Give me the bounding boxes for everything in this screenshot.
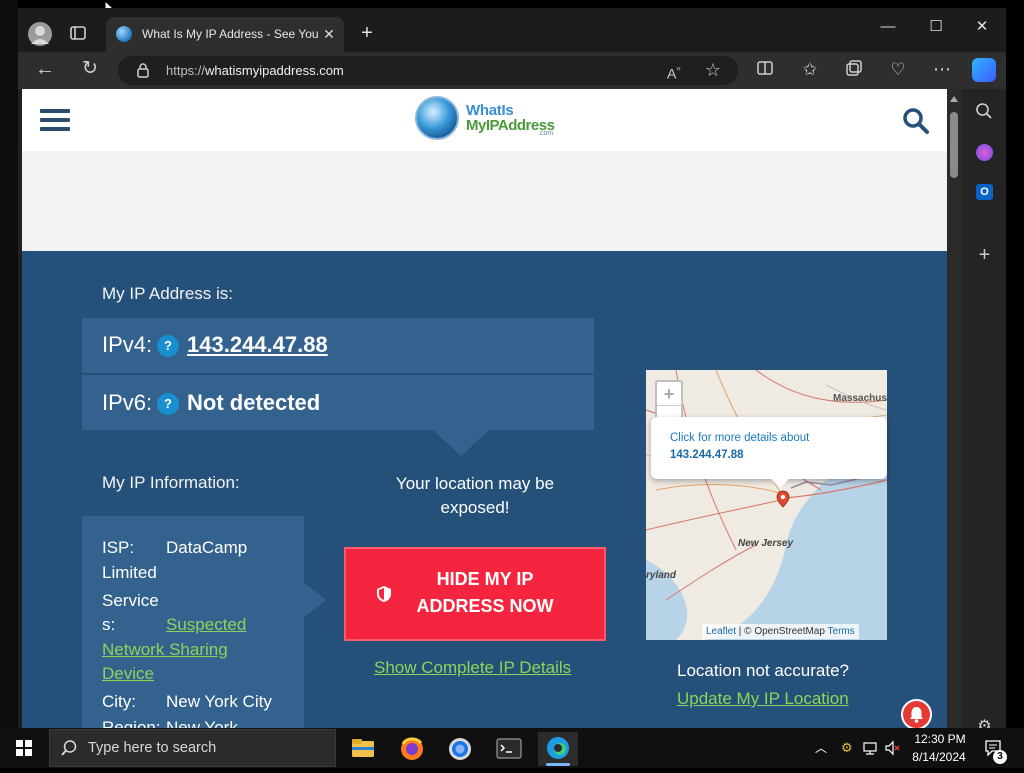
chrome-icon[interactable] bbox=[440, 732, 480, 766]
map-popup-tip bbox=[770, 478, 790, 488]
clock-date[interactable]: 8/14/2024 bbox=[906, 749, 972, 765]
refresh-icon[interactable]: ↻ bbox=[79, 58, 101, 80]
city-label: City: bbox=[102, 692, 136, 711]
url-text[interactable]: https://whatismyipaddress.com bbox=[166, 62, 344, 80]
split-screen-icon[interactable] bbox=[754, 59, 776, 81]
exposure-warning-line: exposed! bbox=[440, 498, 510, 517]
logo-text: .com bbox=[538, 130, 554, 137]
more-menu-icon[interactable]: ⋯ bbox=[931, 58, 953, 80]
hide-my-ip-label-line[interactable]: ADDRESS NOW bbox=[404, 593, 566, 620]
firefox-icon[interactable] bbox=[392, 732, 432, 766]
tab-close-icon[interactable]: ✕ bbox=[320, 24, 338, 44]
search-icon[interactable] bbox=[902, 107, 930, 135]
map-attribution: Leaflet | © OpenStreetMap Terms bbox=[702, 624, 859, 639]
services-link[interactable]: Device bbox=[102, 662, 154, 686]
sidebar-search-icon[interactable] bbox=[975, 102, 993, 120]
collections-icon[interactable] bbox=[843, 59, 865, 81]
site-logo-globe-icon[interactable] bbox=[415, 96, 459, 140]
services-label: s: bbox=[102, 615, 116, 634]
ip-heading: My IP Address is: bbox=[102, 284, 234, 303]
help-badge-ipv4[interactable]: ? bbox=[157, 335, 179, 357]
minimize-button[interactable]: — bbox=[868, 14, 908, 40]
help-badge-ipv6[interactable]: ? bbox=[157, 393, 179, 415]
map-popup-text[interactable]: Click for more details about bbox=[670, 432, 809, 444]
hide-my-ip-label-line[interactable]: HIDE MY IP bbox=[404, 566, 566, 593]
add-sidebar-app-icon[interactable]: + bbox=[976, 244, 993, 266]
location-not-accurate-text: Location not accurate? bbox=[677, 661, 850, 680]
shield-icon bbox=[377, 586, 391, 602]
tray-overflow-chevron-icon[interactable]: ︿ bbox=[815, 740, 829, 756]
read-aloud-icon[interactable]: Aꟸ bbox=[662, 60, 686, 82]
map-popup-ip[interactable]: 143.244.47.88 bbox=[670, 449, 744, 461]
tray-app-icon[interactable]: ⚙ bbox=[841, 740, 855, 756]
scroll-up-arrow-icon[interactable] bbox=[950, 96, 958, 102]
scrollbar-thumb[interactable] bbox=[950, 112, 958, 178]
maximize-button[interactable]: ☐ bbox=[916, 14, 956, 40]
show-ip-details-link[interactable]: Show Complete IP Details bbox=[374, 658, 571, 678]
ipv4-label: IPv4: bbox=[102, 332, 153, 357]
city-value: New York City bbox=[166, 692, 272, 711]
map-attribution-text: | © OpenStreetMap bbox=[736, 626, 828, 637]
callout-pointer bbox=[304, 583, 326, 617]
sidebar-settings-gear-icon[interactable]: ⚙ bbox=[976, 716, 993, 728]
favorites-list-icon[interactable]: ✩ bbox=[799, 59, 821, 81]
file-explorer-icon[interactable] bbox=[343, 732, 383, 766]
ip-info-heading: My IP Information: bbox=[102, 473, 240, 492]
region-label: Region: bbox=[102, 718, 161, 728]
taskbar-search-icon bbox=[61, 740, 77, 756]
tab-title: What Is My IP Address - See Your bbox=[142, 27, 318, 41]
services-link[interactable]: Network Sharing bbox=[102, 638, 228, 662]
isp-label: ISP: bbox=[102, 538, 135, 557]
services-link[interactable]: Suspected bbox=[166, 613, 246, 637]
exposure-warning-line: Your location may be bbox=[395, 474, 555, 493]
region-value: New York bbox=[166, 718, 238, 728]
map-label: Massachus bbox=[833, 393, 887, 404]
lock-icon[interactable] bbox=[136, 62, 150, 78]
notification-bell-icon[interactable] bbox=[901, 699, 932, 730]
outlook-icon[interactable]: O bbox=[976, 184, 993, 200]
hamburger-menu-icon[interactable] bbox=[40, 109, 70, 131]
copilot-icon[interactable] bbox=[972, 58, 996, 82]
desktop-background bbox=[0, 0, 18, 728]
isp-value: DataCamp bbox=[166, 538, 248, 557]
ipv6-label: IPv6: bbox=[102, 390, 153, 415]
terminal-icon[interactable] bbox=[489, 732, 529, 766]
browser-essentials-icon[interactable]: ♡ bbox=[887, 59, 909, 81]
sidebar-copilot-icon[interactable] bbox=[976, 144, 993, 161]
notification-count-badge: 3 bbox=[993, 750, 1007, 764]
leaflet-link[interactable]: Leaflet bbox=[706, 626, 736, 637]
zoom-in-button[interactable]: + bbox=[657, 382, 681, 406]
update-location-link[interactable]: Update My IP Location bbox=[677, 689, 849, 709]
back-arrow-icon[interactable]: ← bbox=[34, 58, 56, 80]
map-label: ryland bbox=[646, 570, 677, 581]
map-marker-icon[interactable] bbox=[776, 490, 790, 508]
profile-avatar-icon[interactable] bbox=[28, 22, 52, 46]
ad-space bbox=[22, 151, 947, 251]
close-window-button[interactable]: ✕ bbox=[962, 14, 1002, 40]
ipv4-value[interactable]: 143.244.47.88 bbox=[187, 331, 328, 359]
hide-my-ip-label[interactable]: HIDE MY IP ADDRESS NOW bbox=[404, 566, 566, 620]
edge-taskbar-icon[interactable] bbox=[538, 732, 578, 766]
callout-pointer bbox=[433, 430, 489, 456]
map-label: New Jersey bbox=[738, 538, 794, 549]
page-scrollbar[interactable] bbox=[947, 89, 962, 728]
services-label: Service bbox=[102, 591, 159, 610]
exposure-warning: Your location may be exposed! bbox=[350, 472, 600, 520]
volume-muted-icon[interactable] bbox=[884, 740, 902, 756]
map-popup[interactable] bbox=[651, 417, 887, 479]
globe-favicon-icon bbox=[116, 26, 132, 42]
isp-value: Limited bbox=[102, 563, 157, 582]
start-button[interactable] bbox=[0, 728, 48, 768]
terms-link[interactable]: Terms bbox=[828, 626, 855, 637]
network-icon[interactable] bbox=[862, 740, 878, 756]
ipv6-value: Not detected bbox=[187, 390, 321, 415]
taskbar-search-placeholder[interactable]: Type here to search bbox=[88, 740, 216, 756]
tab-actions-icon[interactable] bbox=[68, 24, 88, 44]
clock-time[interactable]: 12:30 PM bbox=[910, 731, 970, 747]
new-tab-plus-icon[interactable]: + bbox=[356, 22, 378, 44]
favorite-star-icon[interactable]: ☆ bbox=[702, 59, 724, 81]
